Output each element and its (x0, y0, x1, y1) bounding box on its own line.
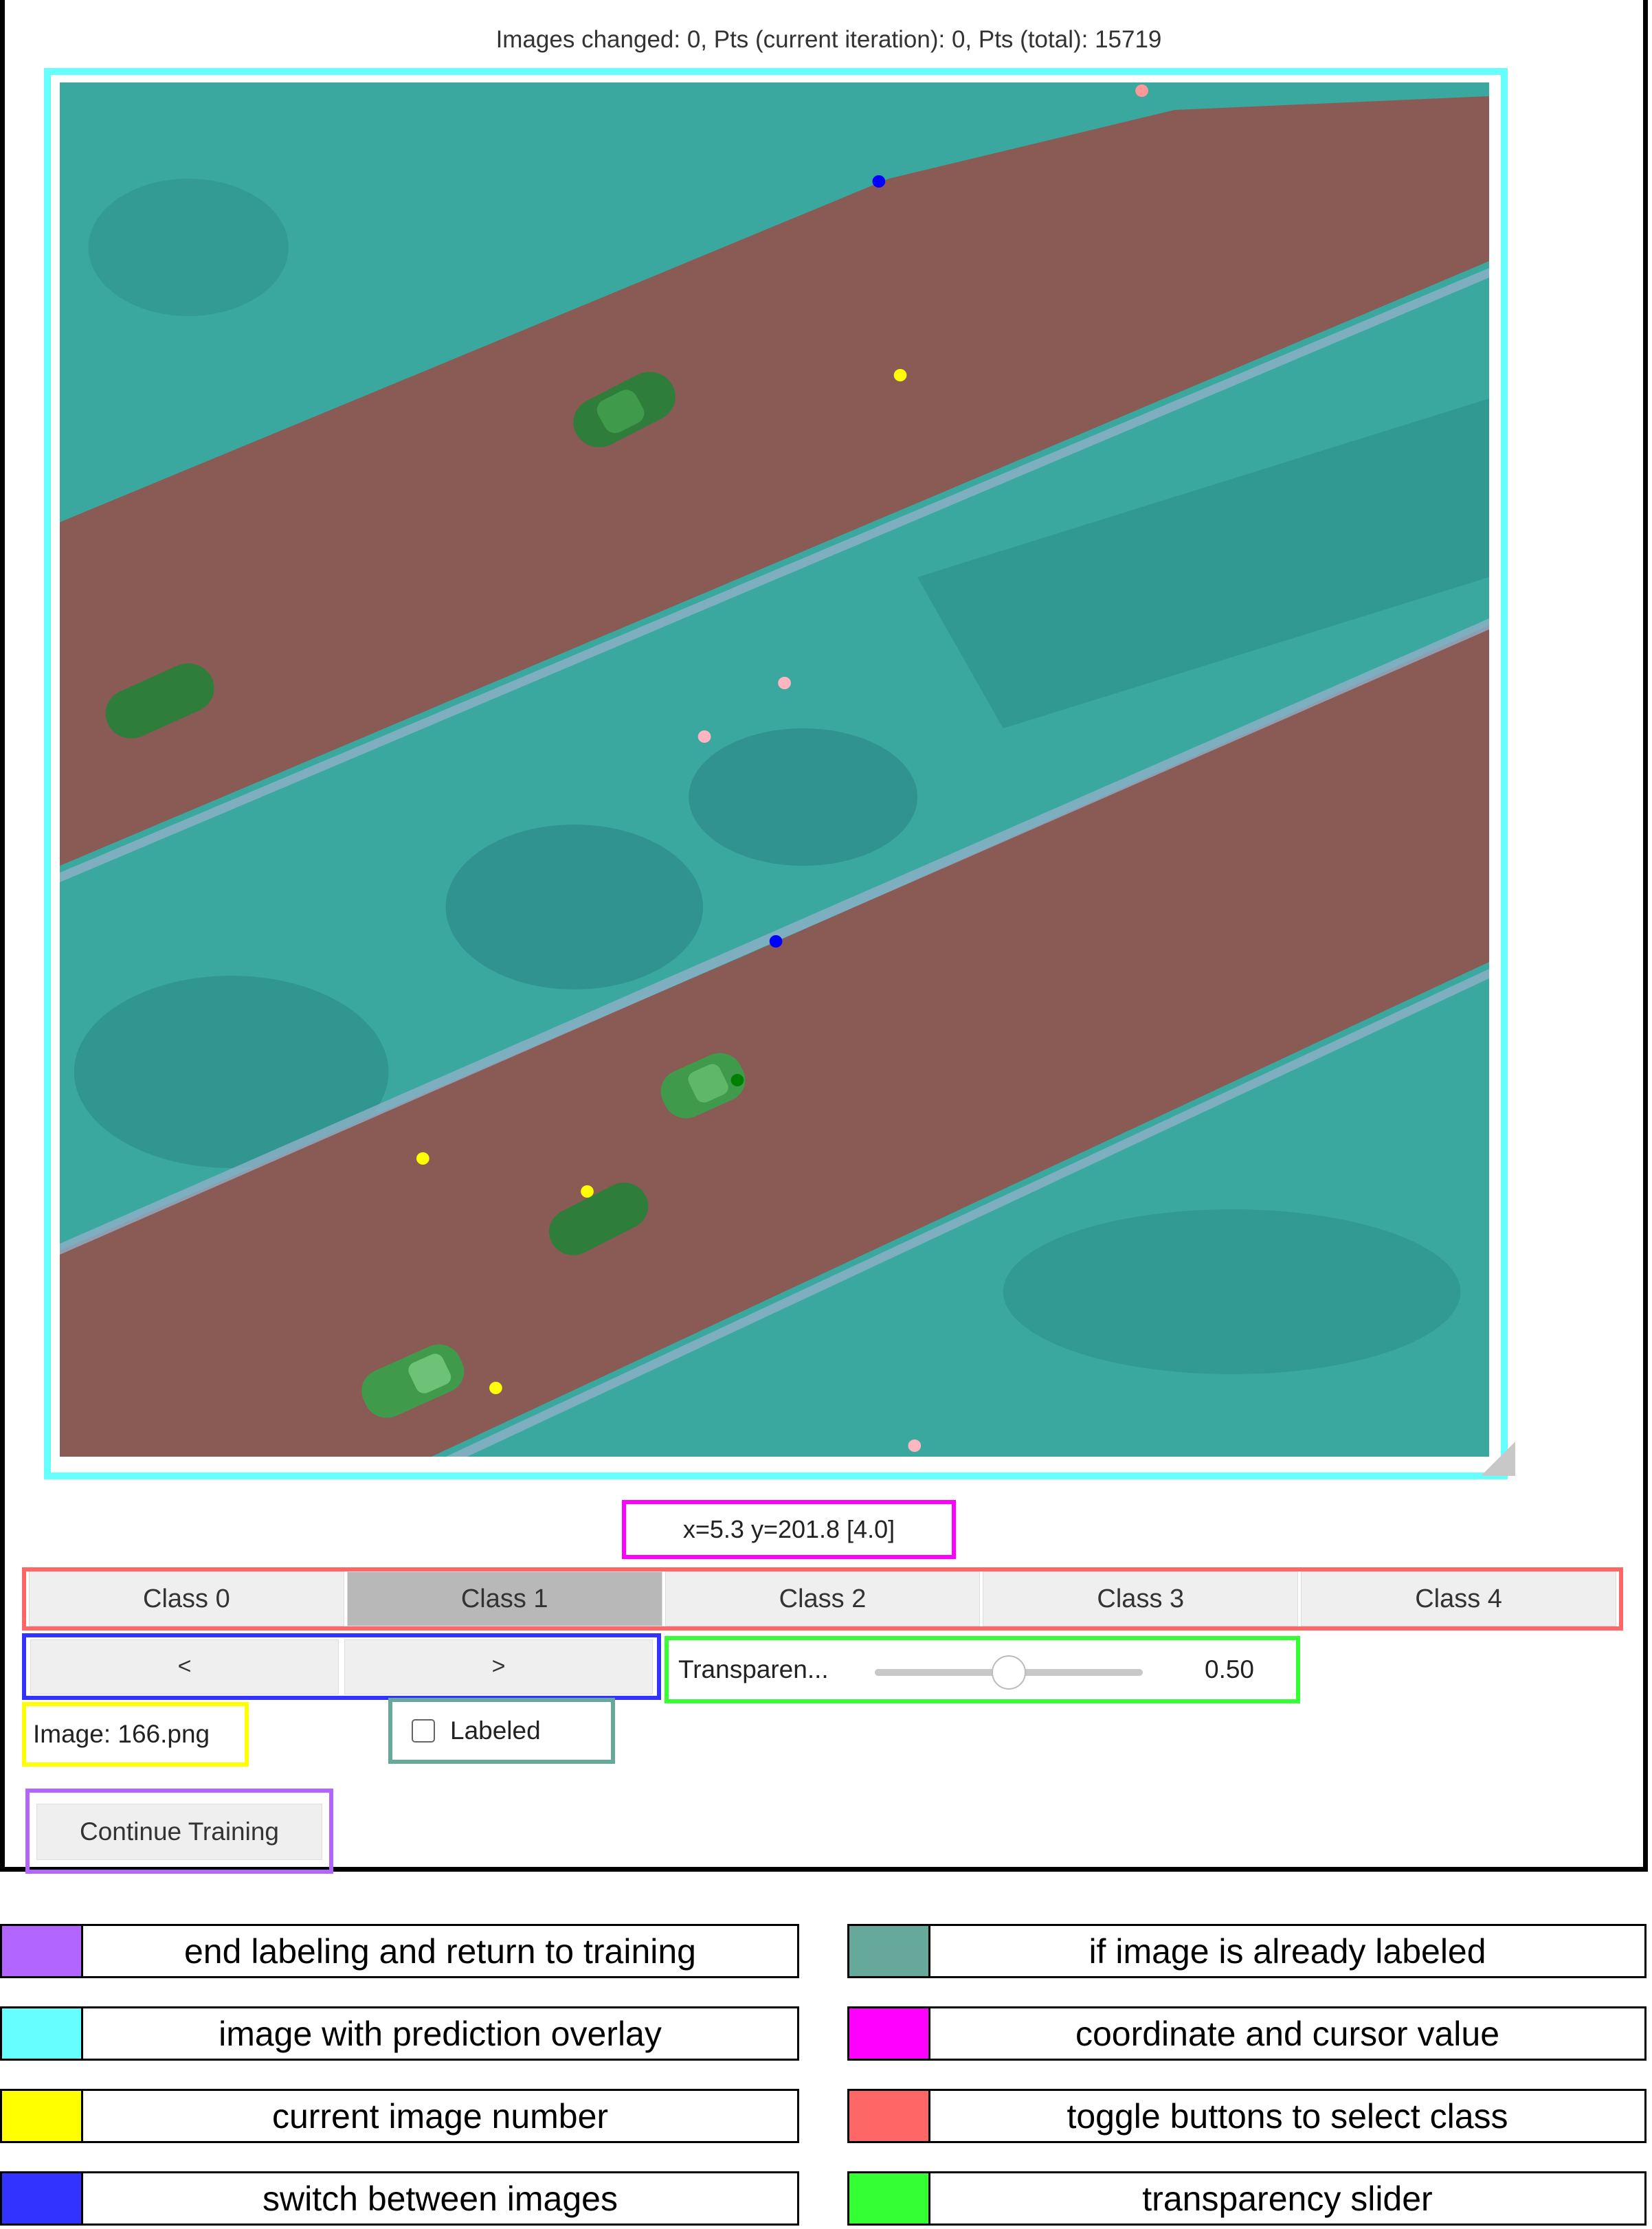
annotation-point (769, 935, 783, 948)
annotation-point (1135, 85, 1148, 97)
legend-swatch (2, 2008, 83, 2059)
legend-item: current image number (0, 2089, 799, 2143)
legend-swatch (849, 2173, 930, 2224)
class-2-button[interactable]: Class 2 (665, 1571, 981, 1626)
status-text: Images changed: 0, Pts (current iteratio… (495, 26, 1162, 53)
image-with-prediction-overlay[interactable] (60, 82, 1489, 1457)
legend-item: toggle buttons to select class (847, 2089, 1647, 2143)
class-4-button[interactable]: Class 4 (1301, 1571, 1616, 1626)
legend-item: coordinate and cursor value (847, 2006, 1647, 2061)
current-image-name: Image: 166.png (22, 1702, 249, 1767)
legend-swatch (2, 1926, 83, 1976)
class-toggle-group: Class 0 Class 1 Class 2 Class 3 Class 4 (22, 1567, 1623, 1631)
coordinate-readout: x=5.3 y=201.8 [4.0] (622, 1500, 956, 1559)
class-1-button[interactable]: Class 1 (346, 1571, 662, 1626)
tree-cluster (445, 825, 703, 989)
next-image-button[interactable]: > (344, 1639, 653, 1694)
labeled-indicator: Labeled (388, 1698, 615, 1764)
legend-text: end labeling and return to training (184, 1931, 696, 1971)
annotation-point (730, 1074, 744, 1086)
annotation-point (893, 369, 907, 381)
legend-text: if image is already labeled (1089, 1931, 1486, 1971)
transparency-value: 0.50 (1205, 1655, 1255, 1683)
legend-text: transparency slider (1142, 2179, 1433, 2218)
transparency-label: Transparen... (678, 1655, 829, 1683)
annotation-point (416, 1152, 429, 1165)
tree-cluster (689, 728, 917, 866)
legend-item: image with prediction overlay (0, 2006, 799, 2061)
continue-training-highlight: Continue Training (25, 1789, 333, 1874)
legend-text: coordinate and cursor value (1075, 2014, 1500, 2053)
resize-handle-icon[interactable] (1481, 1442, 1515, 1476)
legend-item: switch between images (0, 2171, 799, 2226)
annotation-point (581, 1185, 594, 1198)
tree-cluster (88, 179, 289, 316)
transparency-slider-thumb[interactable] (992, 1655, 1026, 1690)
legend-swatch (849, 2091, 930, 2141)
annotation-point (872, 175, 886, 188)
labeled-checkbox[interactable] (412, 1719, 435, 1743)
transparency-slider-track[interactable] (875, 1655, 1143, 1690)
legend-text: toggle buttons to select class (1067, 2096, 1508, 2136)
legend-swatch (849, 2008, 930, 2059)
legend-swatch (849, 1926, 930, 1976)
transparency-slider-fill (875, 1669, 1009, 1676)
tree-cluster (1003, 1209, 1461, 1374)
previous-image-button[interactable]: < (30, 1639, 339, 1694)
labeling-app-panel: Images changed: 0, Pts (current iteratio… (0, 0, 1648, 1874)
annotation-point (489, 1382, 502, 1394)
legend-swatch (2, 2091, 83, 2141)
image-navigation: < > (22, 1633, 661, 1700)
legend-text: image with prediction overlay (219, 2014, 662, 2053)
annotation-point (778, 677, 791, 689)
class-3-button[interactable]: Class 3 (983, 1571, 1299, 1626)
legend-swatch (2, 2173, 83, 2224)
continue-training-button[interactable]: Continue Training (36, 1804, 322, 1860)
legend-item: transparency slider (847, 2171, 1647, 2226)
legend-text: switch between images (263, 2179, 618, 2218)
annotation-point (697, 730, 711, 743)
legend-item: if image is already labeled (847, 1924, 1647, 1978)
annotation-point (908, 1440, 922, 1452)
legend-item: end labeling and return to training (0, 1924, 799, 1978)
transparency-control: Transparen... 0.50 (665, 1636, 1300, 1703)
class-0-button[interactable]: Class 0 (29, 1571, 344, 1626)
labeled-label: Labeled (450, 1716, 541, 1745)
legend-text: current image number (271, 2096, 609, 2136)
